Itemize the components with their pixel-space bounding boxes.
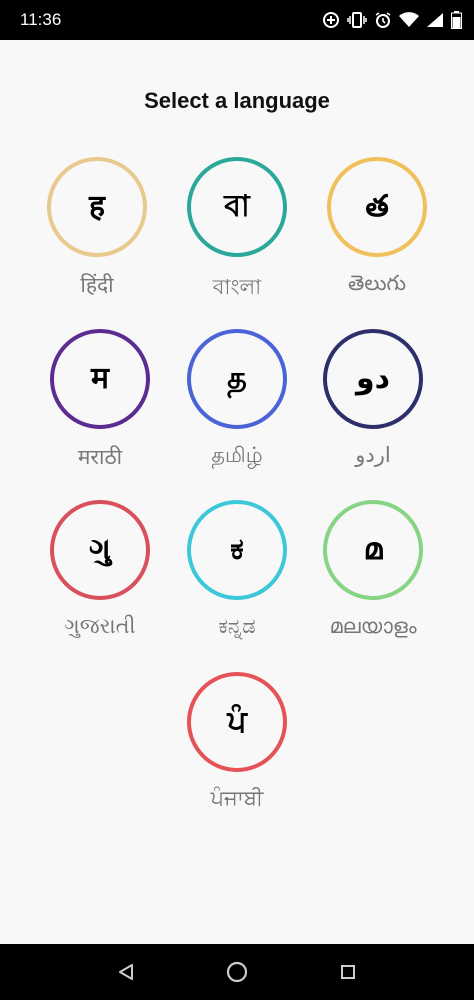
navigation-bar	[0, 944, 474, 1000]
language-circle: ਪੰ	[187, 672, 287, 772]
language-label: বাংলা	[212, 275, 262, 299]
language-option-punjabi[interactable]: ਪੰ ਪੰਜਾਬੀ	[167, 672, 307, 832]
language-glyph: বা	[224, 189, 250, 224]
page-title: Select a language	[144, 88, 330, 113]
language-label: हिंदी	[80, 273, 114, 297]
language-option-bengali[interactable]: বা বাংলা	[167, 157, 307, 317]
wifi-icon	[399, 12, 419, 28]
language-label: मराठी	[77, 445, 123, 469]
language-glyph: म	[91, 361, 109, 396]
language-circle: త	[327, 157, 427, 257]
language-glyph: മ	[363, 532, 383, 567]
language-circle: മ	[323, 500, 423, 600]
recents-icon[interactable]	[328, 952, 368, 992]
language-option-telugu[interactable]: త తెలుగు	[307, 157, 447, 317]
language-option-malayalam[interactable]: മ മലയാളം	[303, 500, 443, 660]
language-glyph: த	[227, 361, 247, 396]
language-option-tamil[interactable]: த தமிழ்	[167, 329, 307, 489]
language-circle: ह	[47, 157, 147, 257]
signal-icon	[426, 12, 444, 28]
home-icon[interactable]	[217, 952, 257, 992]
language-circle: دو	[323, 329, 423, 429]
vibrate-icon	[347, 11, 367, 29]
alarm-icon	[374, 11, 392, 29]
status-bar: 11:36	[0, 0, 474, 40]
language-option-hindi[interactable]: ह हिंदी	[27, 157, 167, 317]
language-circle: म	[50, 329, 150, 429]
language-glyph: دو	[355, 361, 391, 396]
language-glyph: ह	[89, 189, 105, 224]
status-icons	[322, 11, 462, 29]
language-circle: বা	[187, 157, 287, 257]
language-picker: Select a language ह हिंदी বা বাংলা త తెల…	[0, 40, 474, 944]
language-label: മലയാളം	[329, 614, 417, 638]
language-label: ગુજરાતી	[64, 614, 136, 638]
language-option-kannada[interactable]: ಕ ಕನ್ನಡ	[167, 500, 307, 660]
language-label: ਪੰਜਾਬੀ	[210, 786, 264, 810]
language-label: తెలుగు	[347, 271, 406, 295]
back-icon[interactable]	[106, 952, 146, 992]
battery-icon	[451, 11, 462, 29]
language-option-marathi[interactable]: म मराठी	[30, 329, 170, 489]
language-circle: ગુ	[50, 500, 150, 600]
status-time: 11:36	[20, 10, 62, 29]
language-glyph: త	[365, 189, 389, 224]
language-circle: ಕ	[187, 500, 287, 600]
language-glyph: ಕ	[230, 532, 244, 567]
data-saver-icon	[322, 11, 340, 29]
language-circle: த	[187, 329, 287, 429]
language-label: ಕನ್ನಡ	[218, 614, 256, 638]
language-option-gujarati[interactable]: ગુ ગુજરાતી	[30, 500, 170, 660]
language-label: தமிழ்	[211, 443, 263, 467]
language-glyph: ਪੰ	[227, 704, 247, 739]
language-label: اردو	[355, 443, 391, 467]
language-option-urdu[interactable]: دو اردو	[303, 329, 443, 489]
language-glyph: ગુ	[89, 532, 111, 567]
